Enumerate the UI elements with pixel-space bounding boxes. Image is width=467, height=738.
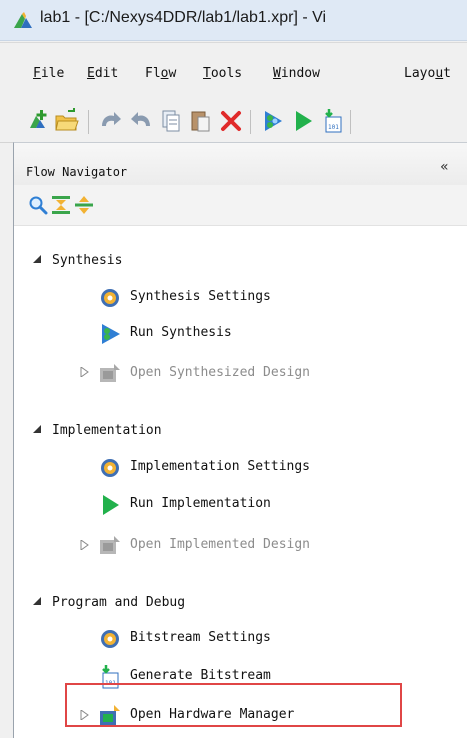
section-collapse-arrow-icon[interactable] [32, 254, 42, 264]
hardware-manager-icon [100, 705, 120, 725]
settings-gear-icon [101, 289, 119, 307]
flow-navigator-toolbar [14, 185, 467, 226]
flow-navigator-panel: Flow Navigator « [13, 142, 467, 738]
generate-bitstream-icon[interactable]: 101 [320, 108, 346, 134]
flow-navigator-header: Flow Navigator « [14, 143, 467, 186]
play-icon [103, 495, 119, 515]
copy-icon[interactable] [158, 108, 184, 134]
menu-window-mnemonic: W [273, 66, 281, 81]
nav-item-label: Run Implementation [130, 496, 271, 511]
section-synthesis[interactable]: Synthesis [52, 253, 122, 268]
menu-file-mnemonic: F [33, 66, 41, 81]
undo-icon[interactable] [98, 108, 124, 134]
section-implementation[interactable]: Implementation [52, 423, 162, 438]
menu-window[interactable]: Window [273, 66, 320, 81]
expand-arrow-icon[interactable] [80, 540, 90, 550]
vivado-logo-icon [14, 12, 32, 28]
menu-tools-mnemonic: T [203, 66, 211, 81]
nav-item-label: Open Hardware Manager [130, 707, 295, 722]
new-project-icon[interactable] [24, 108, 50, 134]
menu-divider [0, 42, 467, 43]
menu-flow-rest: w [168, 66, 177, 81]
collapse-all-icon[interactable] [51, 195, 71, 215]
menu-layout-pre: Layo [404, 66, 436, 81]
run-implementation-icon[interactable] [290, 108, 316, 134]
menu-layout-rest: t [443, 66, 451, 81]
expand-arrow-icon[interactable] [80, 367, 90, 377]
svg-text:101: 101 [328, 124, 339, 131]
nav-item-label: Open Implemented Design [130, 537, 311, 552]
open-design-icon [100, 536, 120, 554]
toolbar-separator [250, 110, 251, 134]
nav-item-label: Implementation Settings [130, 459, 311, 474]
menu-flow[interactable]: Flow [145, 66, 176, 81]
run-synthesis-icon [102, 324, 120, 344]
section-collapse-arrow-icon[interactable] [32, 596, 42, 606]
menu-bar: File Edit Flow Tools Window Layout [0, 42, 467, 94]
title-bar: lab1 - [C:/Nexys4DDR/lab1/lab1.xpr] - Vi [0, 0, 467, 41]
nav-item-label: Bitstream Settings [130, 630, 271, 645]
open-design-icon [100, 364, 120, 382]
menu-tools[interactable]: Tools [203, 66, 242, 81]
section-collapse-arrow-icon[interactable] [32, 424, 42, 434]
nav-item-label: Open Synthesized Design [130, 365, 311, 380]
menu-window-rest: indow [280, 66, 320, 81]
collapse-panel-button[interactable]: « [440, 159, 449, 175]
menu-flow-pre: Fl [145, 66, 161, 81]
open-project-icon[interactable] [54, 108, 80, 134]
toolbar-separator [350, 110, 351, 134]
toolbar-separator [88, 110, 89, 134]
menu-edit-rest: dit [94, 66, 119, 81]
window-title: lab1 - [C:/Nexys4DDR/lab1/lab1.xpr] - Vi [40, 9, 327, 26]
nav-item-label: Synthesis Settings [130, 289, 271, 304]
settings-gear-icon [101, 630, 119, 648]
menu-layout-mnemonic: u [435, 66, 444, 81]
expand-all-icon[interactable] [74, 195, 94, 215]
paste-icon[interactable] [188, 108, 214, 134]
menu-tools-rest: ools [210, 66, 243, 81]
search-icon[interactable] [28, 195, 48, 215]
menu-file-rest: ile [40, 66, 65, 81]
delete-icon[interactable] [218, 108, 244, 134]
flow-navigator-title: Flow Navigator [26, 165, 128, 179]
redo-icon[interactable] [128, 108, 154, 134]
vivado-window: lab1 - [C:/Nexys4DDR/lab1/lab1.xpr] - Vi… [0, 0, 467, 738]
section-program-and-debug[interactable]: Program and Debug [52, 595, 185, 610]
menu-layout[interactable]: Layout [404, 66, 451, 81]
menu-file[interactable]: File [33, 66, 64, 81]
menu-edit[interactable]: Edit [87, 66, 118, 81]
main-toolbar: 101 [0, 102, 467, 143]
nav-item-label: Generate Bitstream [130, 668, 271, 683]
menu-edit-mnemonic: E [87, 66, 95, 81]
nav-item-label: Run Synthesis [130, 325, 232, 340]
settings-gear-icon [101, 459, 119, 477]
expand-arrow-icon[interactable] [80, 710, 90, 720]
run-synthesis-icon[interactable] [260, 108, 286, 134]
